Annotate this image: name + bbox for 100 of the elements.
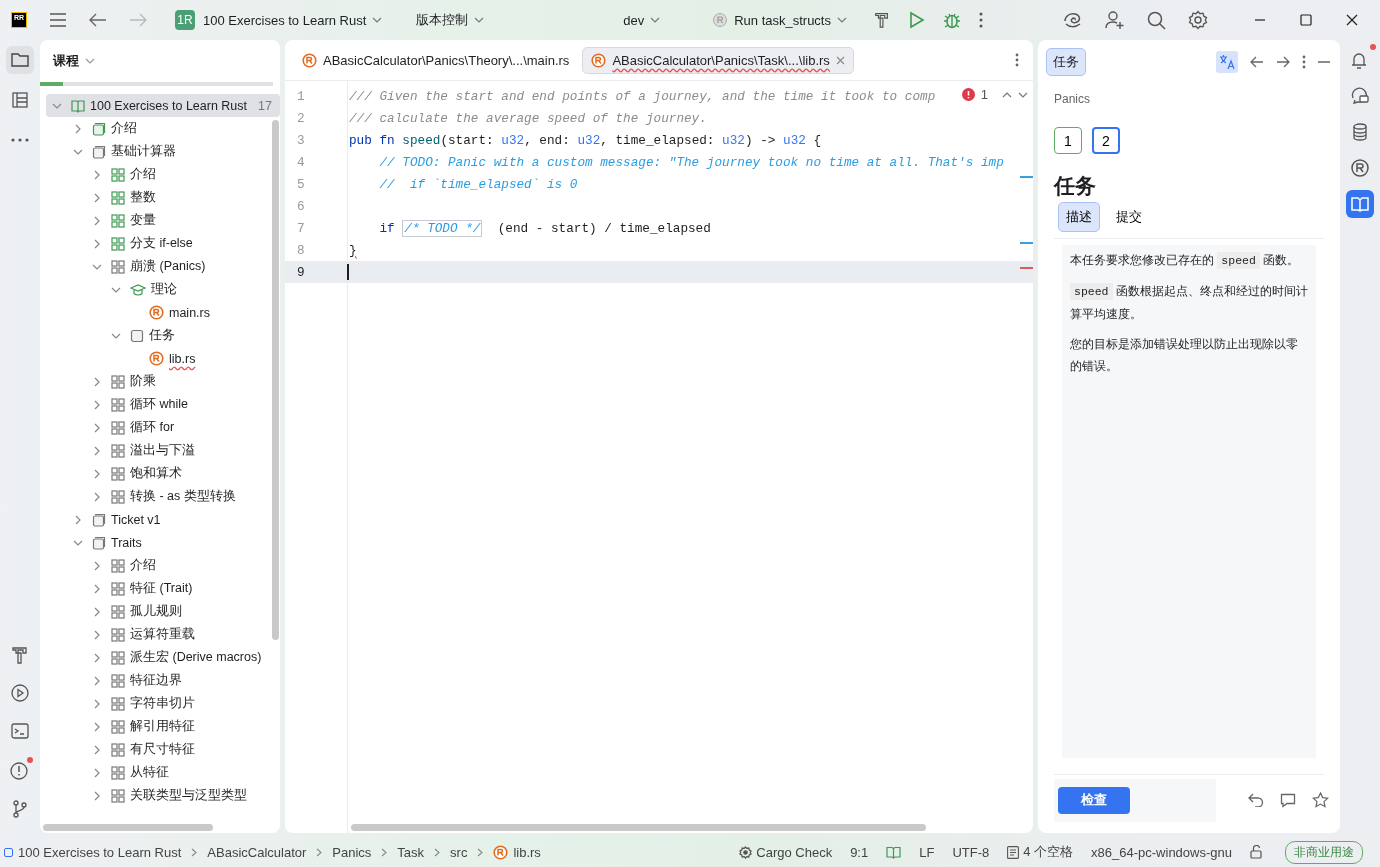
tree-item[interactable]: lib.rs [40, 347, 272, 370]
panel-tab[interactable]: 任务 [1046, 48, 1086, 76]
chevron-down-icon[interactable] [1018, 91, 1028, 98]
search-icon[interactable] [1147, 10, 1166, 30]
back-arrow-icon[interactable] [89, 13, 107, 27]
tree-item[interactable]: main.rs [40, 301, 272, 324]
status-item[interactable]: 9:1 [850, 844, 869, 860]
run-icon[interactable] [10, 683, 30, 703]
chevron-up-icon[interactable] [1002, 91, 1012, 98]
tree-item[interactable]: 变量 [40, 209, 272, 232]
menu-icon[interactable] [49, 13, 67, 27]
status-item[interactable]: Cargo Check [739, 844, 833, 860]
change-marker[interactable] [1020, 242, 1033, 244]
check-button[interactable]: 检查 [1058, 786, 1130, 814]
terminal-icon[interactable] [10, 721, 30, 741]
tree-item[interactable]: 特征边界 [40, 669, 272, 692]
more-icon[interactable] [1015, 53, 1019, 67]
chevron-right-icon[interactable] [92, 767, 102, 778]
tree-item[interactable]: Ticket v1 [40, 508, 272, 531]
tree-item[interactable]: 介绍 [40, 163, 272, 186]
chevron-right-icon[interactable] [92, 491, 102, 502]
tree-item[interactable]: 循环 for [40, 416, 272, 439]
scrollbar[interactable] [43, 824, 213, 831]
chevron-right-icon[interactable] [92, 606, 102, 617]
tree-item[interactable]: 关联类型与泛型类型 [40, 784, 272, 807]
chevron-right-icon[interactable] [73, 514, 83, 525]
chevron-right-icon[interactable] [73, 123, 83, 134]
chevron-right-icon[interactable] [92, 652, 102, 663]
status-item[interactable]: x86_64-pc-windows-gnu [1091, 844, 1232, 860]
tree-item[interactable]: 饱和算术 [40, 462, 272, 485]
back-arrow-icon[interactable] [1250, 56, 1264, 68]
hammer-icon[interactable] [873, 11, 891, 29]
close-icon[interactable] [1346, 14, 1358, 26]
panel-title[interactable]: 课程 [53, 52, 79, 70]
vcs-menu[interactable]: 版本控制 [410, 7, 491, 33]
chevron-right-icon[interactable] [92, 629, 102, 640]
tree-item[interactable]: 整数 [40, 186, 272, 209]
more-icon[interactable] [1302, 55, 1306, 69]
scrollbar[interactable] [272, 120, 279, 640]
chevron-right-icon[interactable] [92, 675, 102, 686]
chevron-right-icon[interactable] [92, 422, 102, 433]
tree-item[interactable]: 100 Exercises to Learn Rust 17 [46, 94, 280, 117]
breadcrumb-item[interactable]: src [450, 844, 468, 860]
tree-item[interactable]: 特征 (Trait) [40, 577, 272, 600]
tree-item[interactable]: 分支 if-else [40, 232, 272, 255]
run-config-menu[interactable]: Run task_structs [706, 8, 853, 32]
change-marker[interactable] [1020, 176, 1033, 178]
breadcrumb-item[interactable]: ABasicCalculator [207, 844, 307, 860]
breadcrumb-item[interactable]: 100 Exercises to Learn Rust [4, 844, 182, 860]
error-marker[interactable] [1020, 267, 1033, 269]
tab[interactable]: 描述 [1058, 202, 1100, 232]
status-item[interactable]: UTF-8 [952, 844, 990, 860]
tree-item[interactable]: 阶乘 [40, 370, 272, 393]
step-button[interactable]: 1 [1054, 127, 1082, 154]
run-icon[interactable] [909, 11, 925, 29]
undo-icon[interactable] [1248, 793, 1264, 807]
chevron-right-icon[interactable] [92, 399, 102, 410]
chevron-right-icon[interactable] [92, 560, 102, 571]
spiral-icon[interactable] [1063, 11, 1083, 29]
more-icon[interactable] [979, 12, 983, 28]
tree-item[interactable]: 任务 [40, 324, 272, 347]
tree-item[interactable]: Traits [40, 531, 272, 554]
editor-tab[interactable]: ABasicCalculator\Panics\Theory\...\main.rs [293, 46, 579, 74]
breadcrumb-item[interactable]: Task [397, 844, 425, 860]
chevron-right-icon[interactable] [92, 468, 102, 479]
tree-item[interactable]: 派生宏 (Derive macros) [40, 646, 272, 669]
forward-arrow-icon[interactable] [1276, 56, 1290, 68]
translate-icon[interactable] [1216, 51, 1238, 73]
tree-item[interactable]: 基础计算器 [40, 140, 272, 163]
chevron-right-icon[interactable] [92, 215, 102, 226]
scrollbar[interactable] [351, 824, 926, 831]
branch-menu[interactable]: dev [617, 8, 667, 32]
chevron-right-icon[interactable] [92, 376, 102, 387]
tree-item[interactable]: 理论 [40, 278, 272, 301]
maximize-icon[interactable] [1300, 14, 1312, 26]
license-badge[interactable]: 非商业用途 [1285, 840, 1363, 864]
tree-item[interactable]: 循环 while [40, 393, 272, 416]
tree-item[interactable]: 转换 - as 类型转换 [40, 485, 272, 508]
bug-icon[interactable] [943, 11, 961, 29]
chevron-right-icon[interactable] [92, 790, 102, 801]
tree-item[interactable]: 孤儿规则 [40, 600, 272, 623]
chevron-right-icon[interactable] [92, 192, 102, 203]
tree-item[interactable]: 介绍 [40, 554, 272, 577]
breadcrumb-item[interactable]: lib.rs [493, 844, 541, 860]
tree-item[interactable]: 运算符重载 [40, 623, 272, 646]
warning-icon[interactable] [9, 759, 31, 781]
step-button[interactable]: 2 [1092, 127, 1120, 154]
branch-icon[interactable] [10, 799, 30, 819]
tree-item[interactable]: 崩溃 (Panics) [40, 255, 272, 278]
chevron-right-icon[interactable] [92, 583, 102, 594]
more-icon[interactable] [10, 137, 30, 143]
tree-item[interactable]: 字符串切片 [40, 692, 272, 715]
add-user-icon[interactable] [1105, 10, 1125, 30]
chevron-right-icon[interactable] [92, 721, 102, 732]
status-item[interactable]: 4 个空格 [1007, 843, 1074, 861]
project-menu[interactable]: 1R 100 Exercises to Learn Rust [169, 6, 389, 34]
tree-item[interactable]: 从特征 [40, 761, 272, 784]
error-count[interactable]: 1 [980, 87, 988, 102]
chevron-right-icon[interactable] [92, 445, 102, 456]
unlock-icon[interactable] [1250, 845, 1263, 859]
